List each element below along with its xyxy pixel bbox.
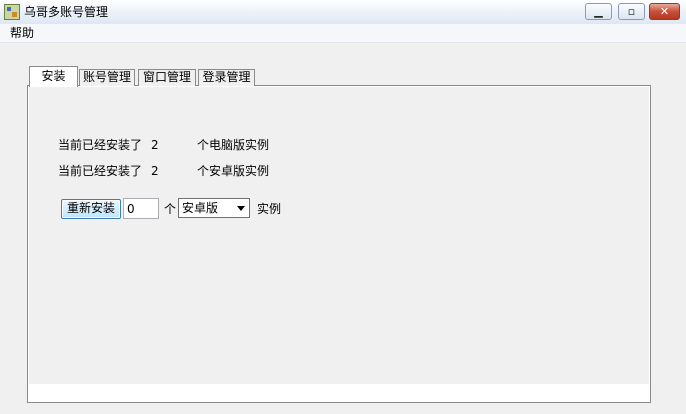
instance-label: 实例	[257, 202, 282, 216]
window-title: 乌哥多账号管理	[24, 5, 109, 19]
android-installed-prefix: 当前已经安装了	[58, 164, 143, 178]
version-select[interactable]: 安卓版	[178, 198, 250, 218]
tab-account-management[interactable]: 账号管理	[79, 69, 135, 86]
android-installed-suffix: 个安卓版实例	[197, 164, 270, 178]
instance-count-input[interactable]	[123, 198, 159, 219]
tab-window-management[interactable]: 窗口管理	[138, 69, 196, 86]
minimize-button[interactable]: ▁	[585, 3, 612, 20]
app-icon	[4, 4, 20, 20]
android-installed-count: 2	[151, 164, 159, 178]
tab-panel-body	[29, 87, 649, 384]
menu-help[interactable]: 帮助	[10, 25, 34, 41]
close-button[interactable]: ✕	[649, 3, 680, 20]
version-select-value: 安卓版	[182, 201, 219, 215]
pc-installed-suffix: 个电脑版实例	[197, 138, 270, 152]
tab-panel	[27, 85, 651, 403]
tab-login-management[interactable]: 登录管理	[198, 69, 255, 86]
unit-label: 个	[164, 202, 177, 216]
chevron-down-icon	[237, 206, 245, 211]
title-bar: 乌哥多账号管理 ▁ ▫ ✕	[0, 0, 686, 25]
tab-install[interactable]: 安装	[29, 66, 78, 87]
reinstall-button[interactable]: 重新安装	[61, 199, 121, 219]
pc-installed-prefix: 当前已经安装了	[58, 138, 143, 152]
menu-bar: 帮助	[0, 24, 686, 43]
pc-installed-count: 2	[151, 138, 159, 152]
maximize-button[interactable]: ▫	[618, 3, 645, 20]
